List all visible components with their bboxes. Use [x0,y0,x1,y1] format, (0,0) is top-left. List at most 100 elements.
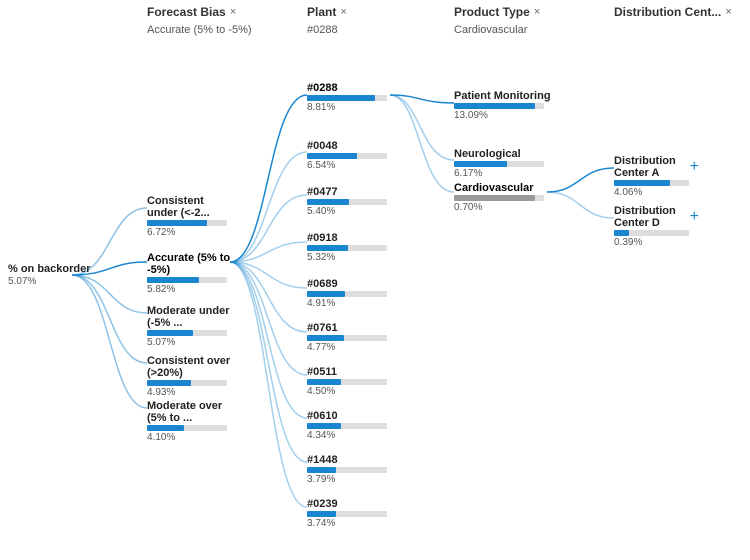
root-node[interactable]: % on backorder 5.07% [8,263,91,287]
node-item[interactable]: Moderate over (5% to ... 4.10% [147,400,237,443]
node-label: #1448 [307,454,397,466]
product-type-header: Product Type × [454,5,540,19]
bar-container [307,423,387,429]
node-label: Patient Monitoring [454,90,554,102]
node-value: 4.91% [307,298,397,309]
forecast-bias-subtext: Accurate (5% to -5%) [147,24,252,36]
node-item[interactable]: #09185.32% [307,232,397,263]
node-label: #0048 [307,140,397,152]
node-item[interactable]: #0239 3.74% [307,498,397,529]
bar-container [147,220,227,226]
bar-fill [614,180,670,186]
bar-container [614,230,689,236]
forecast-bias-close[interactable]: × [230,6,236,18]
product-type-label: Product Type [454,5,530,19]
bar-container [307,379,387,385]
node-value: 6.17% [454,168,554,179]
node-label: Moderate over (5% to ... [147,400,237,424]
node-label: #0239 [307,498,397,510]
node-item[interactable]: Cardiovascular 0.70% [454,182,554,213]
distribution-header: Distribution Cent... × [614,5,732,19]
bar-fill [307,245,348,251]
node-item[interactable]: Distribution Center D+0.39% [614,205,699,248]
node-item[interactable]: #0689 4.91% [307,278,397,309]
bar-container [307,153,387,159]
node-item[interactable]: #0610 4.34% [307,410,397,441]
chart-container: Forecast Bias × Accurate (5% to -5%) Pla… [0,0,750,560]
bar-container [454,103,544,109]
bar-container [307,467,387,473]
node-item[interactable]: #0048 6.54% [307,140,397,171]
product-type-close[interactable]: × [534,6,540,18]
bar-fill [307,95,375,101]
node-value: 6.72% [147,227,237,238]
plant-label: Plant [307,5,336,19]
node-label: #0610 [307,410,397,422]
bar-fill [147,220,207,226]
bar-container [147,330,227,336]
root-label: % on backorder [8,263,91,275]
bar-container [307,245,387,251]
node-item[interactable]: #04775.40% [307,186,397,217]
node-value: 4.93% [147,387,237,398]
node-item[interactable]: Patient Monitoring13.09% [454,90,554,121]
bar-container [307,335,387,341]
node-item[interactable]: #07614.77% [307,322,397,353]
bar-fill [147,330,193,336]
node-value: 0.70% [454,202,554,213]
bar-fill [307,153,357,159]
bar-container [454,195,544,201]
node-label: Moderate under (-5% ... [147,305,237,329]
node-value: 4.77% [307,342,397,353]
node-label: Consistent under (<-2... [147,195,237,219]
plant-close[interactable]: × [340,6,346,18]
node-item[interactable]: Accurate (5% to -5%) 5.82% [147,252,237,295]
node-value: 4.06% [614,187,699,198]
bar-fill [147,425,184,431]
node-label: #0689 [307,278,397,290]
node-item[interactable]: Moderate under (-5% ... 5.07% [147,305,237,348]
bar-fill [307,291,345,297]
node-value: 4.50% [307,386,397,397]
bar-fill [307,379,341,385]
node-item[interactable]: Neurological6.17% [454,148,554,179]
node-label: Consistent over (>20%) [147,355,237,379]
bar-container [307,511,387,517]
distribution-close[interactable]: × [725,6,731,18]
node-label: #0288 [307,82,397,94]
bar-fill [307,199,349,205]
node-label: Distribution Center A [614,155,682,179]
node-label: Cardiovascular [454,182,554,194]
expand-button[interactable]: + [690,209,699,225]
node-item[interactable]: #02888.81% [307,82,397,113]
forecast-bias-label: Forecast Bias [147,5,226,19]
bar-container [147,277,227,283]
expand-button[interactable]: + [690,159,699,175]
node-item[interactable]: Consistent over (>20%) 4.93% [147,355,237,398]
node-item[interactable]: Consistent under (<-2... 6.72% [147,195,237,238]
node-value: 5.07% [147,337,237,348]
bar-fill [614,230,629,236]
bar-container [307,199,387,205]
node-value: 0.39% [614,237,699,248]
node-value: 3.74% [307,518,397,529]
root-value: 5.07% [8,276,91,287]
bar-container [147,380,227,386]
node-value: 5.82% [147,284,237,295]
node-label: #0477 [307,186,397,198]
node-value: 6.54% [307,160,397,171]
bar-container [454,161,544,167]
node-value: 4.10% [147,432,237,443]
node-item[interactable]: #14483.79% [307,454,397,485]
node-item[interactable]: #05114.50% [307,366,397,397]
bar-container [307,95,387,101]
bar-fill [307,467,336,473]
node-label: Accurate (5% to -5%) [147,252,237,276]
node-value: 4.34% [307,430,397,441]
node-label: #0918 [307,232,397,244]
bar-container [614,180,689,186]
plant-header: Plant × [307,5,347,19]
forecast-bias-header: Forecast Bias × [147,5,236,19]
node-item[interactable]: Distribution Center A +4.06% [614,155,699,198]
bar-container [307,291,387,297]
